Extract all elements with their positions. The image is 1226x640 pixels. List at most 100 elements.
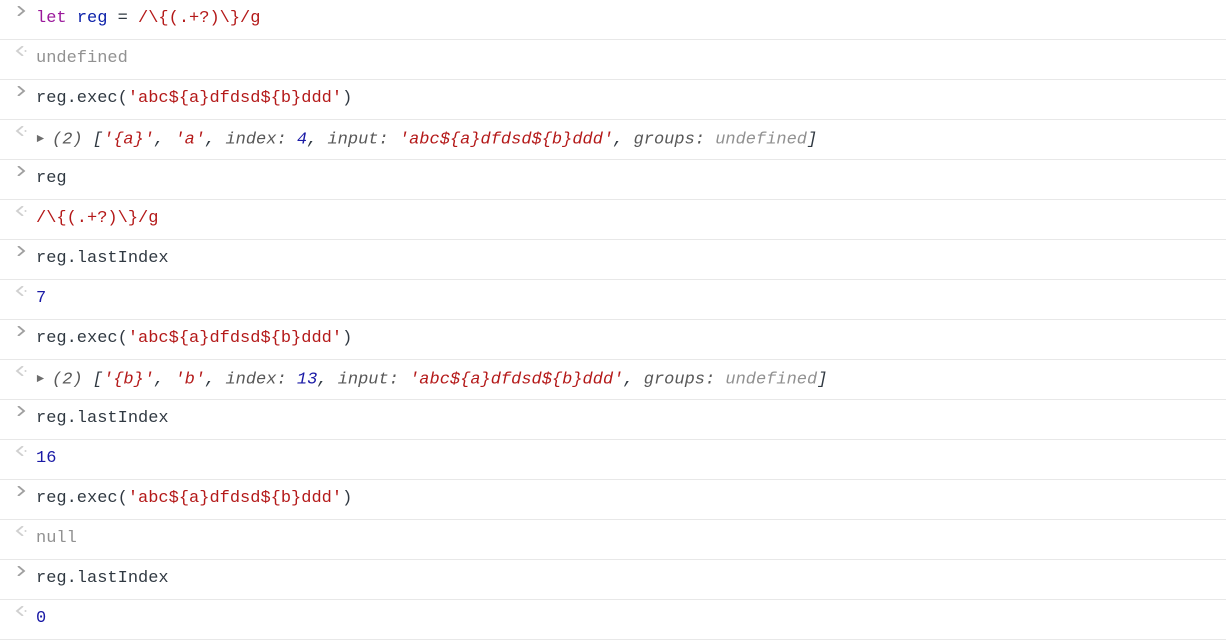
- output-chevron-icon: [6, 206, 36, 216]
- expression: reg.lastIndex: [36, 569, 169, 588]
- prop-value: undefined: [725, 370, 817, 389]
- output-value: 0: [36, 606, 1226, 631]
- console-output-row: 7: [0, 280, 1226, 320]
- comma: ,: [613, 130, 633, 149]
- console-output-row: null: [0, 520, 1226, 560]
- prop-value: 'abc${a}dfdsd${b}ddd': [409, 370, 623, 389]
- prop-value: 4: [297, 130, 307, 149]
- prop-key: index:: [225, 130, 296, 149]
- prop-key: input:: [338, 370, 409, 389]
- string-literal: 'abc${a}dfdsd${b}ddd': [128, 489, 342, 508]
- console-output-row: 0: [0, 600, 1226, 640]
- output-value: null: [36, 526, 1226, 551]
- code-line: let reg = /\{(.+?)\}/g: [36, 6, 1226, 31]
- call-head: reg.exec(: [36, 489, 128, 508]
- call-tail: ): [342, 329, 352, 348]
- console-output-row: (2) ['{b}', 'b', index: 13, input: 'abc$…: [0, 360, 1226, 400]
- console-output-row: undefined: [0, 40, 1226, 80]
- input-chevron-icon: [6, 246, 36, 256]
- comma: ,: [317, 370, 337, 389]
- output-chevron-icon: [6, 526, 36, 536]
- code-line: reg: [36, 166, 1226, 191]
- bracket-open: [: [83, 130, 103, 149]
- console-input-row[interactable]: reg.lastIndex: [0, 560, 1226, 600]
- comma: ,: [623, 370, 643, 389]
- number-value: 16: [36, 449, 56, 468]
- console-input-row[interactable]: reg: [0, 160, 1226, 200]
- expand-arrow-icon[interactable]: [36, 127, 52, 151]
- call-tail: ): [342, 489, 352, 508]
- input-chevron-icon: [6, 6, 36, 16]
- array-item: '{a}': [103, 130, 154, 149]
- array-length: (2): [52, 370, 83, 389]
- input-chevron-icon: [6, 86, 36, 96]
- array-item: 'b': [174, 370, 205, 389]
- call-head: reg.exec(: [36, 89, 128, 108]
- prop-value: 'abc${a}dfdsd${b}ddd': [399, 130, 613, 149]
- prop-value: 13: [297, 370, 317, 389]
- undefined-value: undefined: [36, 49, 128, 68]
- string-literal: 'abc${a}dfdsd${b}ddd': [128, 329, 342, 348]
- code-line: reg.lastIndex: [36, 406, 1226, 431]
- keyword-let: let: [36, 9, 67, 28]
- prop-key: groups:: [644, 370, 726, 389]
- comma: ,: [205, 130, 225, 149]
- number-value: 0: [36, 609, 46, 628]
- console-input-row[interactable]: reg.lastIndex: [0, 240, 1226, 280]
- expression: reg: [36, 169, 67, 188]
- array-length: (2): [52, 130, 83, 149]
- output-value: undefined: [36, 46, 1226, 71]
- bracket-close: ]: [817, 370, 827, 389]
- null-value: null: [36, 529, 77, 548]
- output-chevron-icon: [6, 126, 36, 136]
- input-chevron-icon: [6, 166, 36, 176]
- input-chevron-icon: [6, 566, 36, 576]
- output-chevron-icon: [6, 286, 36, 296]
- prop-key: groups:: [634, 130, 716, 149]
- output-value: 7: [36, 286, 1226, 311]
- input-chevron-icon: [6, 406, 36, 416]
- output-value: (2) ['{a}', 'a', index: 4, input: 'abc${…: [36, 126, 1226, 152]
- output-value: /\{(.+?)\}/g: [36, 206, 1226, 231]
- output-chevron-icon: [6, 46, 36, 56]
- output-value: (2) ['{b}', 'b', index: 13, input: 'abc$…: [36, 366, 1226, 392]
- var-name: reg: [77, 9, 108, 28]
- bracket-open: [: [83, 370, 103, 389]
- code-line: reg.lastIndex: [36, 566, 1226, 591]
- console-input-row[interactable]: reg.exec('abc${a}dfdsd${b}ddd'): [0, 320, 1226, 360]
- regex-literal: /\{(.+?)\}/g: [138, 9, 260, 28]
- console-output-row: 16: [0, 440, 1226, 480]
- input-chevron-icon: [6, 326, 36, 336]
- prop-value: undefined: [715, 130, 807, 149]
- console-input-row[interactable]: reg.exec('abc${a}dfdsd${b}ddd'): [0, 480, 1226, 520]
- output-chevron-icon: [6, 606, 36, 616]
- equals: =: [107, 9, 138, 28]
- call-tail: ): [342, 89, 352, 108]
- prop-key: index:: [225, 370, 296, 389]
- expand-arrow-icon[interactable]: [36, 367, 52, 391]
- comma: ,: [307, 130, 327, 149]
- console-input-row[interactable]: reg.lastIndex: [0, 400, 1226, 440]
- console-output-row: /\{(.+?)\}/g: [0, 200, 1226, 240]
- comma: ,: [154, 370, 174, 389]
- expression: reg.lastIndex: [36, 409, 169, 428]
- array-item: '{b}': [103, 370, 154, 389]
- string-literal: 'abc${a}dfdsd${b}ddd': [128, 89, 342, 108]
- array-item: 'a': [174, 130, 205, 149]
- code-line: reg.exec('abc${a}dfdsd${b}ddd'): [36, 486, 1226, 511]
- output-chevron-icon: [6, 446, 36, 456]
- expression: reg.lastIndex: [36, 249, 169, 268]
- number-value: 7: [36, 289, 46, 308]
- console-output-row: (2) ['{a}', 'a', index: 4, input: 'abc${…: [0, 120, 1226, 160]
- code-line: reg.exec('abc${a}dfdsd${b}ddd'): [36, 86, 1226, 111]
- prop-key: input:: [327, 130, 398, 149]
- regex-literal: /\{(.+?)\}/g: [36, 209, 158, 228]
- console-input-row[interactable]: reg.exec('abc${a}dfdsd${b}ddd'): [0, 80, 1226, 120]
- output-chevron-icon: [6, 366, 36, 376]
- console-input-row[interactable]: let reg = /\{(.+?)\}/g: [0, 0, 1226, 40]
- call-head: reg.exec(: [36, 329, 128, 348]
- code-line: reg.exec('abc${a}dfdsd${b}ddd'): [36, 326, 1226, 351]
- output-value: 16: [36, 446, 1226, 471]
- comma: ,: [154, 130, 174, 149]
- code-line: reg.lastIndex: [36, 246, 1226, 271]
